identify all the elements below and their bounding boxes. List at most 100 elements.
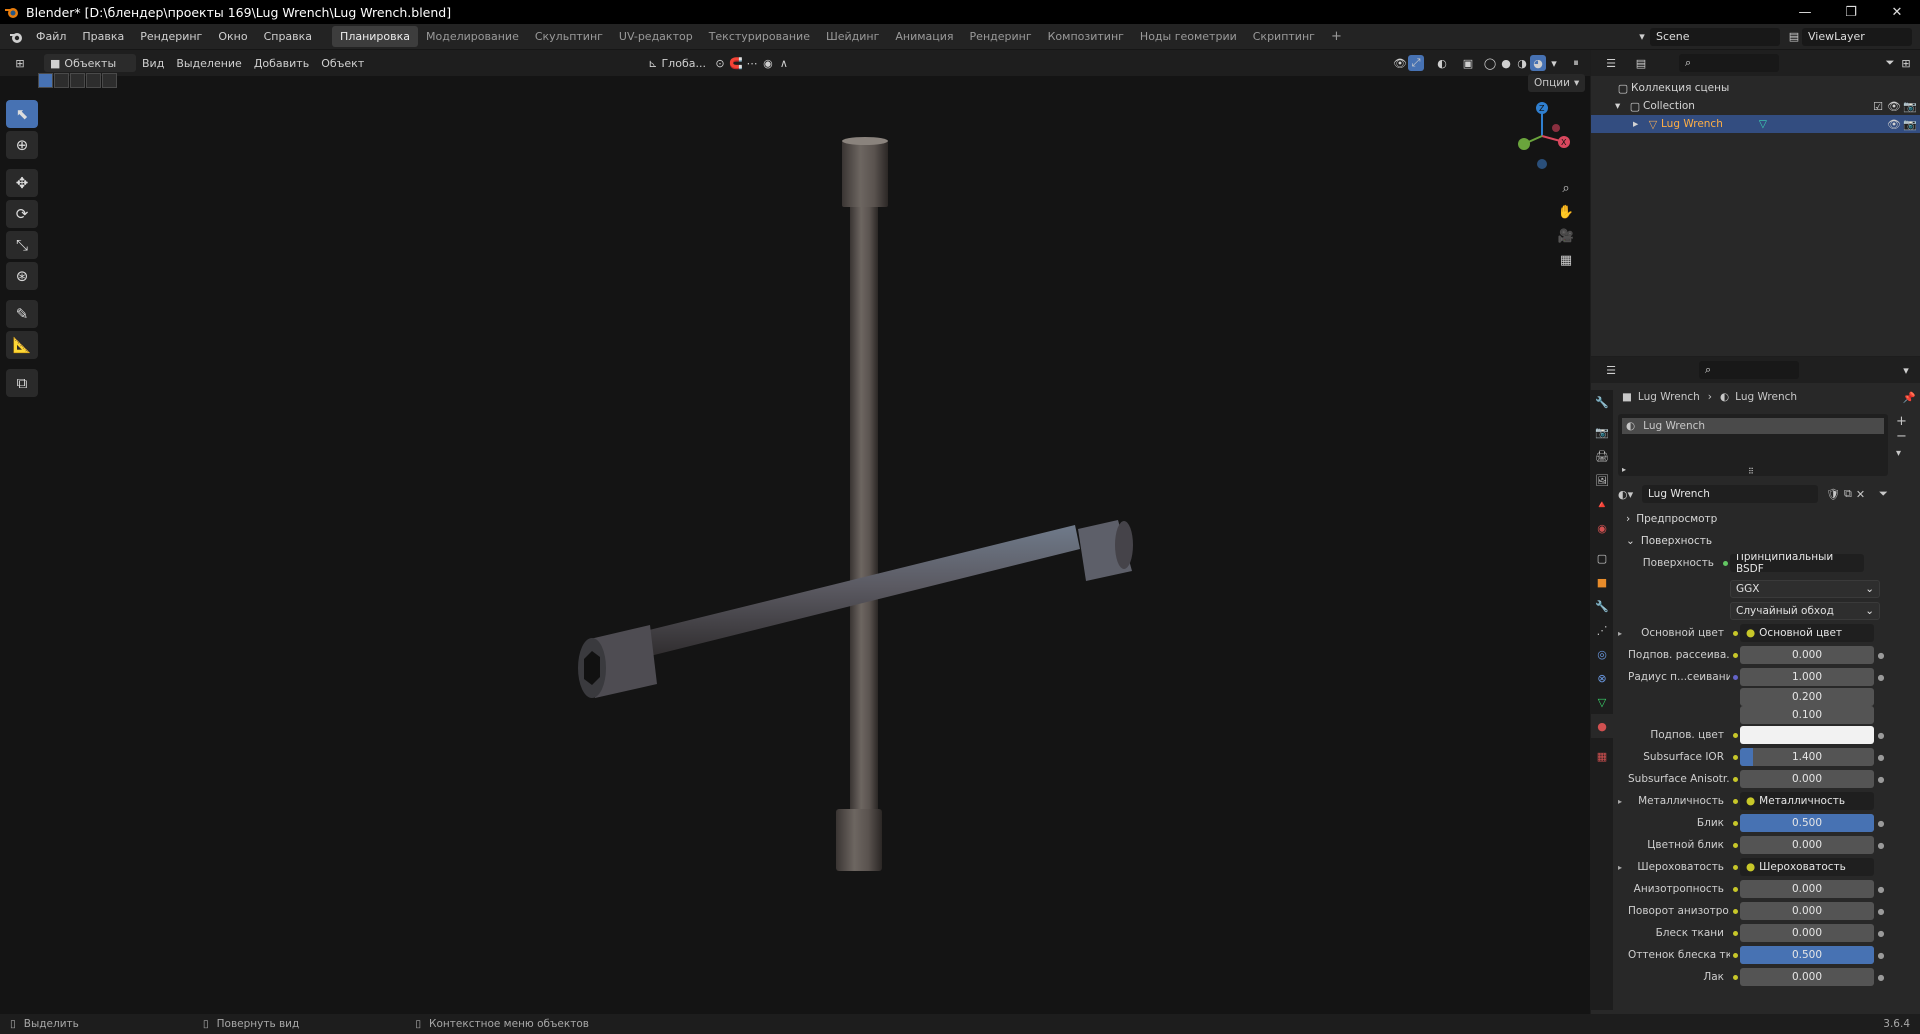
bsdf-number-field[interactable]: 0.500 [1740,946,1874,964]
unlink-material-icon[interactable]: ✕ [1856,488,1865,501]
keyframe-dot-icon[interactable]: ● [1874,775,1888,784]
select-intersect-icon[interactable] [102,73,117,88]
material-name-field[interactable]: Lug Wrench [1642,485,1818,503]
lug-wrench-model[interactable] [520,131,1160,901]
snap-icon[interactable]: 🧲 [728,55,744,71]
node-filter-icon[interactable]: ⏷ [1879,487,1888,501]
solid-shading-icon[interactable]: ● [1498,55,1514,71]
menu-window[interactable]: Окно [210,30,255,43]
move-tool[interactable]: ✥ [6,169,38,197]
scene-tab-icon[interactable]: 🔺 [1591,492,1613,516]
wireframe-shading-icon[interactable]: ◯ [1482,55,1498,71]
pan-hand-icon[interactable]: ✋ [1554,200,1578,224]
axis-gizmo-icon[interactable]: Z X [1510,100,1580,172]
keyframe-dot-icon[interactable]: ● [1874,907,1888,916]
blender-menu-icon[interactable] [8,29,24,45]
transform-tool[interactable]: ⊛ [6,262,38,290]
bsdf-number-field[interactable]: 1.000 [1740,668,1874,686]
keyframe-dot-icon[interactable]: ● [1874,951,1888,960]
workspace-tab-shading[interactable]: Шейдинг [818,26,887,47]
workspace-tab-sculpting[interactable]: Скульптинг [527,26,611,47]
cursor-tool[interactable]: ⊕ [6,131,38,159]
maximize-button[interactable]: ❐ [1828,0,1874,24]
bsdf-number-field[interactable]: 0.200 [1740,688,1874,706]
keyframe-dot-icon[interactable]: ● [1874,731,1888,740]
workspace-tab-texture-paint[interactable]: Текстурирование [701,26,818,47]
falloff-icon[interactable]: ∧ [776,55,792,71]
remove-slot-icon[interactable]: − [1896,429,1907,444]
outliner-row-lug-wrench[interactable]: ▸ ▽ Lug Wrench ▽ 👁 📷 [1591,115,1920,133]
physics-tab-icon[interactable]: ◎ [1591,642,1613,666]
row-expand-icon[interactable]: ▸ [1618,629,1628,638]
overlay-toggle-icon[interactable]: ◐ [1434,55,1450,71]
bsdf-number-field[interactable]: 0.000 [1740,924,1874,942]
new-collection-icon[interactable]: ⊞ [1898,55,1914,71]
display-mode-icon[interactable]: ▤ [1633,55,1649,71]
render-tab-icon[interactable]: 📷 [1591,420,1613,444]
bsdf-number-field[interactable]: 0.000 [1740,646,1874,664]
collapse-arrow-icon[interactable]: ▾ [1615,100,1627,112]
keyframe-dot-icon[interactable]: ● [1874,841,1888,850]
bsdf-number-field[interactable]: 0.000 [1740,770,1874,788]
select-subtract-icon[interactable] [70,73,85,88]
scene-icon[interactable]: ▾ [1634,29,1650,45]
pause-render-icon[interactable]: ⏸ [1568,55,1584,71]
bsdf-number-field[interactable]: 0.000 [1740,902,1874,920]
duplicate-material-icon[interactable]: ⧉ [1844,487,1852,501]
bsdf-link-field[interactable]: ● Металличность [1740,792,1874,810]
bsdf-number-field[interactable]: 0.500 [1740,814,1874,832]
props-options-icon[interactable]: ▾ [1898,362,1914,378]
workspace-tab-compositing[interactable]: Композитинг [1040,26,1132,47]
slot-menu-icon[interactable]: ▾ [1896,448,1907,459]
shading-options-icon[interactable]: ▾ [1546,55,1562,71]
object-tab-icon[interactable]: ■ [1591,570,1613,594]
keyframe-dot-icon[interactable]: ● [1874,973,1888,982]
material-shading-icon[interactable]: ◑ [1514,55,1530,71]
pin-icon[interactable]: 📌 [1903,391,1916,404]
bsdf-number-field[interactable]: 1.400 [1740,748,1874,766]
workspace-tab-layout[interactable]: Планировка [332,26,419,47]
expand-arrow-icon[interactable]: ▸ [1633,118,1645,130]
select-extend-icon[interactable] [54,73,69,88]
xray-icon[interactable]: ▣ [1460,55,1476,71]
surface-shader-field[interactable]: Принципиальный BSDF [1730,554,1864,572]
bsdf-number-field[interactable]: 0.000 [1740,968,1874,986]
menu-object[interactable]: Объект [315,54,370,72]
add-workspace-button[interactable]: + [1323,25,1350,48]
workspace-tab-modeling[interactable]: Моделирование [418,26,527,47]
bsdf-number-field[interactable]: 0.100 [1740,706,1874,724]
list-expand-icon[interactable]: ▸ [1622,465,1626,474]
view-layer-selector[interactable]: ViewLayer [1802,27,1912,46]
select-new-icon[interactable] [38,73,53,88]
modifier-tab-icon[interactable]: 🔧 [1591,594,1613,618]
row-expand-icon[interactable]: ▸ [1618,797,1628,806]
data-tab-icon[interactable]: ▽ [1591,690,1613,714]
rendered-shading-icon[interactable]: ◕ [1530,55,1546,71]
keyframe-dot-icon[interactable]: ● [1874,885,1888,894]
proportional-edit-icon[interactable]: ◉ [760,55,776,71]
keyframe-dot-icon[interactable]: ● [1874,651,1888,660]
select-difference-icon[interactable] [86,73,101,88]
object-render-camera-icon[interactable]: 📷 [1902,116,1918,132]
3d-viewport[interactable] [0,76,1590,1014]
fake-user-shield-icon[interactable]: 🛡 [1826,488,1840,501]
bsdf-link-field[interactable]: ● Основной цвет [1740,624,1874,642]
distribution-dropdown[interactable]: GGX ⌄ [1730,580,1880,598]
filter-icon[interactable]: ⏷ [1882,55,1898,71]
workspace-tab-animation[interactable]: Анимация [887,26,961,47]
exclude-checkbox-icon[interactable]: ☑ [1870,98,1886,114]
transform-orientation-selector[interactable]: ⊾ Глоба... [642,54,712,72]
camera-view-icon[interactable]: 🎥 [1554,224,1578,248]
keyframe-dot-icon[interactable]: ● [1874,673,1888,682]
output-tab-icon[interactable]: 🖨 [1591,444,1613,468]
visibility-eye-icon[interactable]: 👁 [1886,98,1902,114]
measure-tool[interactable]: 📐 [6,331,38,359]
object-visibility-eye-icon[interactable]: 👁 [1886,116,1902,132]
particles-tab-icon[interactable]: ⋰ [1591,618,1613,642]
gizmo-toggle-icon[interactable]: ⤢ [1408,55,1424,71]
section-preview[interactable]: › Предпросмотр [1618,508,1916,530]
workspace-tab-scripting[interactable]: Скриптинг [1245,26,1323,47]
mode-selector[interactable]: ■ Объекты [44,54,136,72]
material-tab-icon[interactable]: ● [1591,714,1613,738]
menu-add[interactable]: Добавить [248,54,315,72]
